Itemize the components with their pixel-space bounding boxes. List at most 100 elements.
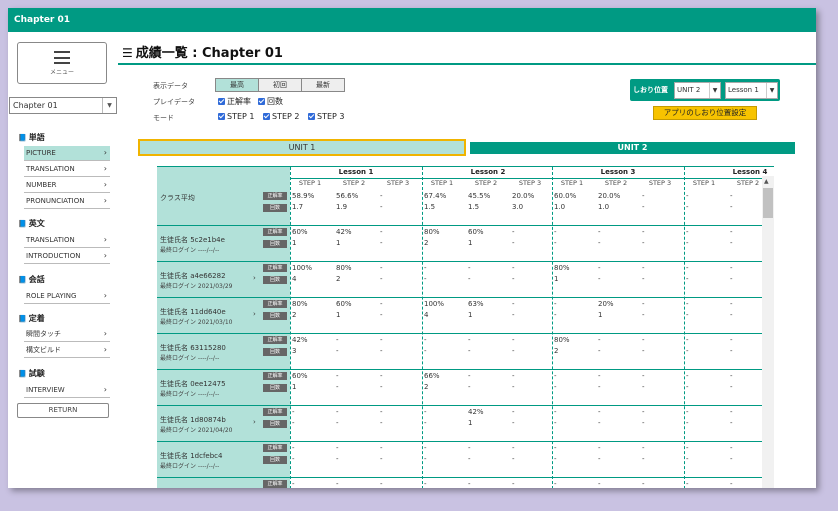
accuracy-cell: 60% bbox=[336, 300, 352, 308]
accuracy-cell: - bbox=[512, 264, 515, 272]
checkbox-count[interactable]: 回数 bbox=[258, 96, 283, 107]
count-tag: 回数 bbox=[263, 456, 287, 464]
display-option-best[interactable]: 最高 bbox=[215, 78, 259, 92]
sidebar-item-syntax-build[interactable]: 構文ビルド › bbox=[24, 343, 110, 358]
sidebar-item-instant-touch[interactable]: 瞬間タッチ › bbox=[24, 327, 110, 342]
set-app-bookmark-button[interactable]: アプリのしおり位置設定 bbox=[653, 106, 757, 120]
chevron-right-icon: › bbox=[103, 196, 107, 205]
accuracy-cell: - bbox=[598, 264, 601, 272]
lesson-header-cell: Lesson 3 bbox=[552, 167, 684, 179]
count-cell: - bbox=[468, 455, 471, 463]
count-cell: - bbox=[380, 275, 383, 283]
count-cell: 1 bbox=[468, 419, 473, 427]
last-login: 最終ログイン ----/--/-- bbox=[160, 355, 220, 362]
display-data-toggle: 最高 初回 最新 bbox=[215, 78, 345, 92]
tab-unit-2[interactable]: UNIT 2 bbox=[470, 142, 795, 154]
section-sentences: 📘 英文 bbox=[18, 219, 45, 228]
count-cell: - bbox=[642, 347, 645, 355]
sidebar-item-pronunciation[interactable]: PRONUNCIATION › bbox=[24, 194, 110, 209]
count-cell: 1.5 bbox=[424, 203, 436, 211]
checkbox-checked-icon bbox=[218, 113, 225, 120]
chevron-right-icon: › bbox=[103, 385, 107, 394]
step-header-cell: STEP 3 bbox=[386, 179, 410, 187]
student-name: クラス平均 bbox=[160, 194, 195, 202]
accuracy-cell: - bbox=[512, 408, 515, 416]
lesson-divider bbox=[684, 167, 685, 488]
count-cell: - bbox=[336, 419, 339, 427]
count-cell: - bbox=[686, 383, 689, 391]
accuracy-cell: - bbox=[554, 480, 557, 488]
sidebar-item-interview[interactable]: INTERVIEW › bbox=[24, 383, 110, 398]
tab-unit-1[interactable]: UNIT 1 bbox=[138, 139, 466, 156]
display-data-label: 表示データ bbox=[153, 82, 188, 90]
menu-button[interactable]: メニュー bbox=[17, 42, 107, 84]
sidebar-item-number[interactable]: NUMBER › bbox=[24, 178, 110, 193]
accuracy-cell: - bbox=[642, 336, 645, 344]
count-cell: 1.0 bbox=[554, 203, 566, 211]
student-name: 生徒氏名 a4e66282 bbox=[160, 272, 226, 280]
last-login: 最終ログイン ----/--/-- bbox=[160, 463, 220, 470]
accuracy-cell: - bbox=[554, 408, 557, 416]
count-cell: - bbox=[598, 419, 601, 427]
accuracy-tag: 正解率 bbox=[263, 480, 287, 488]
count-cell: - bbox=[336, 383, 339, 391]
row-divider bbox=[157, 225, 774, 226]
checkbox-accuracy[interactable]: 正解率 bbox=[218, 96, 251, 107]
sidebar-item-sentence-translation[interactable]: TRANSLATION › bbox=[24, 233, 110, 248]
accuracy-cell: - bbox=[380, 264, 383, 272]
accuracy-cell: - bbox=[686, 228, 689, 236]
accuracy-tag: 正解率 bbox=[263, 444, 287, 452]
accuracy-cell: 60% bbox=[292, 372, 308, 380]
chevron-right-icon: › bbox=[103, 291, 107, 300]
bookmark-lesson-select[interactable]: Lesson 1 ▼ bbox=[725, 82, 778, 99]
bookmark-unit-select[interactable]: UNIT 2 ▼ bbox=[674, 82, 721, 99]
sidebar-item-translation[interactable]: TRANSLATION › bbox=[24, 162, 110, 177]
scrollbar-thumb[interactable] bbox=[763, 188, 773, 218]
accuracy-cell: - bbox=[380, 480, 383, 488]
student-name: 生徒氏名 5001c2db bbox=[160, 487, 225, 488]
table-scrollbar[interactable]: ▲ bbox=[762, 176, 774, 488]
accuracy-tag: 正解率 bbox=[263, 264, 287, 272]
accuracy-cell: - bbox=[686, 192, 689, 200]
checkbox-step1[interactable]: STEP 1 bbox=[218, 112, 254, 121]
return-button[interactable]: RETURN bbox=[17, 403, 109, 418]
accuracy-cell: - bbox=[468, 372, 471, 380]
mode-label: モード bbox=[153, 114, 174, 122]
display-option-latest[interactable]: 最新 bbox=[301, 78, 345, 92]
section-exam: 📘 試験 bbox=[18, 369, 45, 378]
accuracy-cell: - bbox=[292, 444, 295, 452]
chevron-right-icon: › bbox=[103, 345, 107, 354]
page-title: ☰ 成績一覧 : Chapter 01 bbox=[122, 46, 283, 61]
count-cell: - bbox=[642, 455, 645, 463]
sidebar-item-picture[interactable]: PICTURE › bbox=[24, 146, 110, 161]
chapter-select[interactable]: Chapter 01 ▼ bbox=[9, 97, 117, 114]
count-cell: - bbox=[424, 347, 427, 355]
display-option-first[interactable]: 初回 bbox=[258, 78, 302, 92]
accuracy-cell: - bbox=[512, 372, 515, 380]
count-cell: - bbox=[554, 455, 557, 463]
accuracy-cell: 42% bbox=[468, 408, 484, 416]
accuracy-cell: 20% bbox=[598, 300, 614, 308]
count-cell: - bbox=[554, 311, 557, 319]
checkbox-step2[interactable]: STEP 2 bbox=[263, 112, 299, 121]
count-cell: - bbox=[292, 419, 295, 427]
step-header-cell: STEP 2 bbox=[474, 179, 498, 187]
accuracy-cell: 45.5% bbox=[468, 192, 491, 200]
accuracy-cell: - bbox=[554, 228, 557, 236]
sidebar-item-role-playing[interactable]: ROLE PLAYING › bbox=[24, 289, 110, 304]
accuracy-cell: - bbox=[512, 444, 515, 452]
sidebar: メニュー Chapter 01 ▼ 📘 単語 PICTURE › TRANSLATI… bbox=[8, 32, 126, 488]
chevron-down-icon: ▼ bbox=[102, 98, 116, 113]
chevron-down-icon: ▼ bbox=[709, 83, 720, 98]
count-cell: - bbox=[380, 419, 383, 427]
count-cell: 2 bbox=[336, 275, 341, 283]
accuracy-cell: - bbox=[642, 480, 645, 488]
list-icon: ☰ bbox=[122, 46, 133, 60]
chevron-right-icon: › bbox=[253, 274, 256, 282]
accuracy-cell: - bbox=[642, 444, 645, 452]
count-cell: - bbox=[686, 455, 689, 463]
accuracy-cell: - bbox=[642, 372, 645, 380]
checkbox-step3[interactable]: STEP 3 bbox=[308, 112, 344, 121]
accuracy-cell: - bbox=[336, 480, 339, 488]
sidebar-item-introduction[interactable]: INTRODUCTION › bbox=[24, 249, 110, 264]
